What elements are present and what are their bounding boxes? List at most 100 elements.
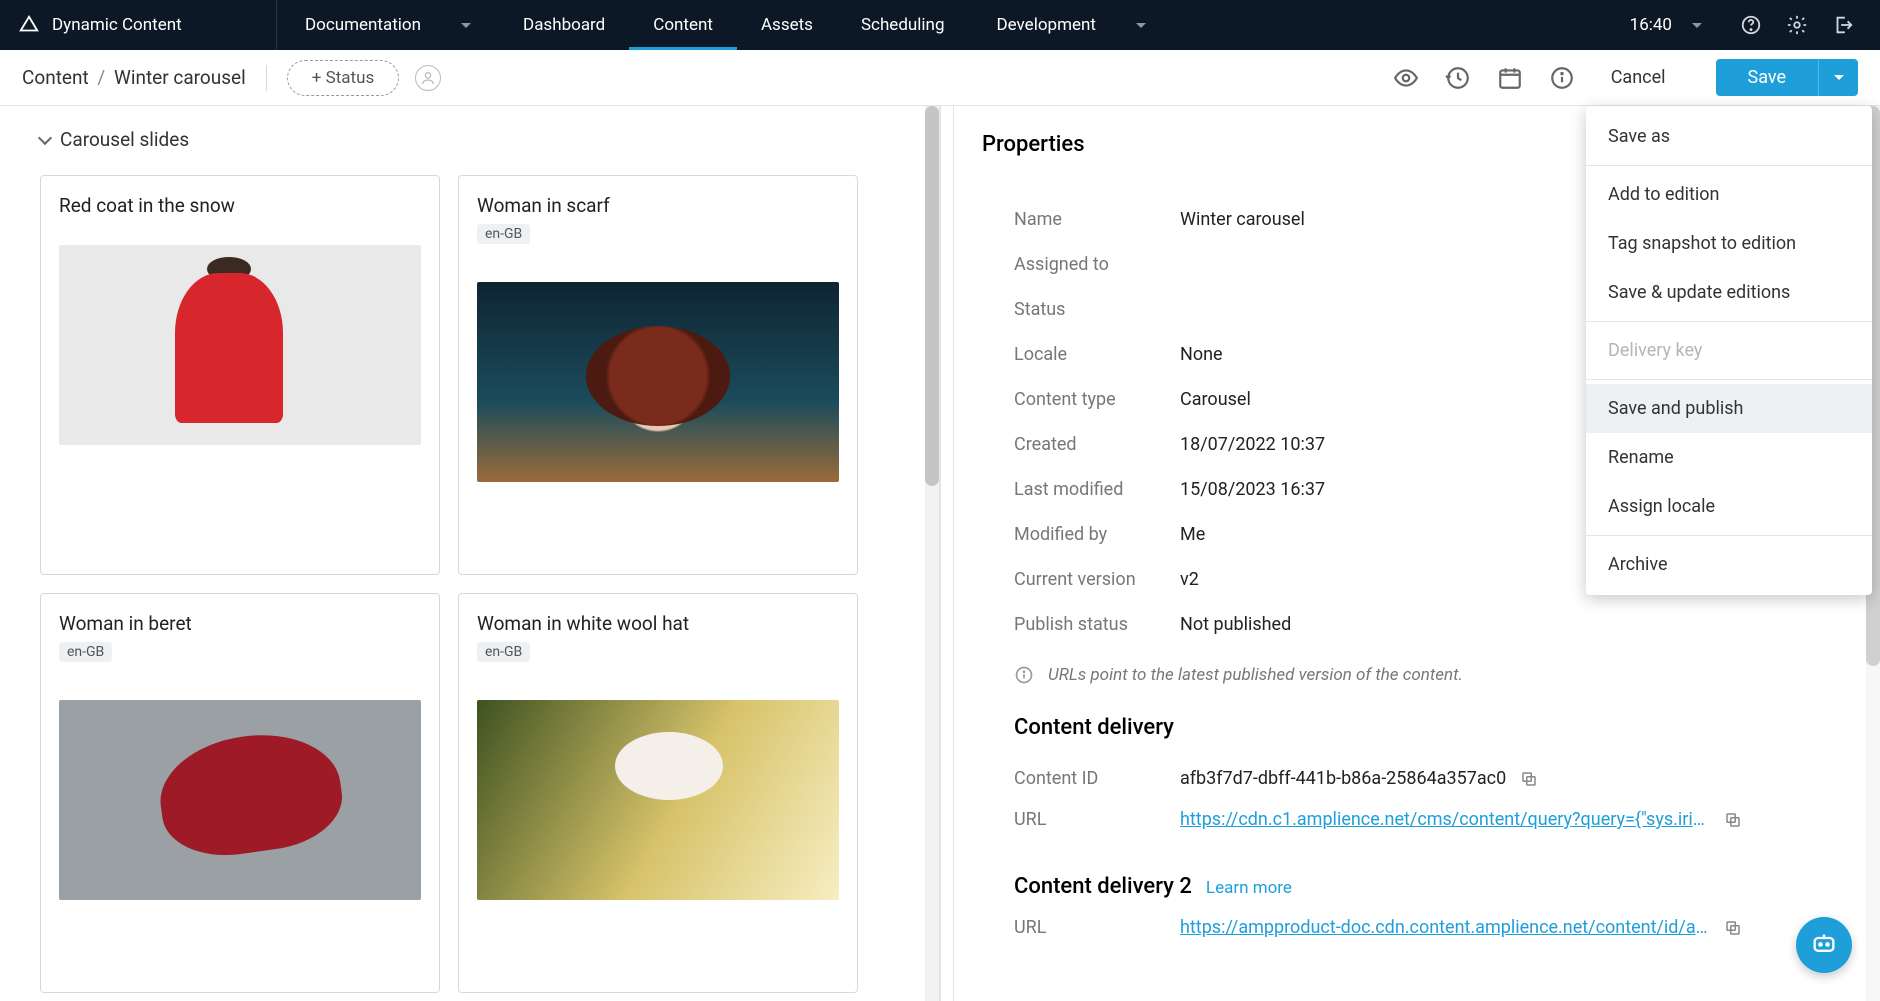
prop-value: None	[1180, 344, 1223, 365]
preview-icon[interactable]	[1393, 65, 1419, 91]
crumb-root[interactable]: Content	[22, 66, 89, 89]
toolbar: Content / Winter carousel + Status Cance…	[0, 50, 1880, 106]
nav-scheduling[interactable]: Scheduling	[837, 0, 969, 50]
delivery1-url[interactable]: https://cdn.c1.amplience.net/cms/content…	[1180, 809, 1710, 830]
menu-rename[interactable]: Rename	[1586, 433, 1872, 482]
nav-time-label: 16:40	[1630, 15, 1672, 35]
chat-fab[interactable]	[1796, 917, 1852, 973]
nav-time[interactable]: 16:40	[1618, 15, 1714, 35]
menu-separator	[1586, 535, 1872, 536]
prop-value: Winter carousel	[1180, 209, 1305, 230]
locale-chip: en-GB	[477, 642, 530, 662]
url-note-text: URLs point to the latest published versi…	[1048, 665, 1463, 685]
logout-icon[interactable]	[1832, 14, 1854, 36]
info-icon[interactable]	[1549, 65, 1575, 91]
section-carousel-slides[interactable]: Carousel slides	[40, 128, 925, 151]
menu-add-to-edition[interactable]: Add to edition	[1586, 170, 1872, 219]
nav-dashboard[interactable]: Dashboard	[499, 0, 629, 50]
nav-content[interactable]: Content	[629, 0, 737, 50]
brand-logo-icon	[18, 14, 40, 36]
card-title: Woman in scarf	[477, 194, 839, 217]
delivery1-title: Content delivery	[1014, 715, 1820, 740]
menu-assign-locale[interactable]: Assign locale	[1586, 482, 1872, 531]
menu-save-and-publish[interactable]: Save and publish	[1586, 384, 1872, 433]
nav-development-label: Development	[996, 15, 1095, 35]
chevron-down-icon	[38, 130, 52, 144]
nav-assets[interactable]: Assets	[737, 0, 837, 50]
card-title: Red coat in the snow	[59, 194, 421, 217]
delivery2-title: Content delivery 2	[1014, 874, 1192, 899]
brand-name: Dynamic Content	[52, 15, 182, 35]
prop-value: Carousel	[1180, 389, 1251, 410]
history-icon[interactable]	[1445, 65, 1471, 91]
prop-label: URL	[1014, 809, 1180, 830]
card[interactable]: Woman in white wool hat en-GB	[458, 593, 858, 993]
menu-separator	[1586, 165, 1872, 166]
prop-label: Last modified	[1014, 479, 1180, 500]
delivery2-url[interactable]: https://ampproduct-doc.cdn.content.ampli…	[1180, 917, 1710, 938]
learn-more-link[interactable]: Learn more	[1206, 878, 1292, 898]
scrollbar[interactable]	[925, 106, 939, 1001]
brand[interactable]: Dynamic Content	[0, 0, 277, 50]
menu-save-as[interactable]: Save as	[1586, 112, 1872, 161]
section-title-label: Carousel slides	[60, 128, 189, 151]
info-icon	[1014, 665, 1034, 685]
card-image	[59, 700, 421, 900]
chevron-down-icon	[1834, 75, 1844, 80]
help-icon[interactable]	[1740, 14, 1762, 36]
menu-tag-snapshot[interactable]: Tag snapshot to edition	[1586, 219, 1872, 268]
prop-label: Current version	[1014, 569, 1180, 590]
menu-delivery-key: Delivery key	[1586, 326, 1872, 375]
avatar-placeholder-icon[interactable]	[415, 65, 441, 91]
url-note: URLs point to the latest published versi…	[1014, 665, 1820, 685]
card-image	[477, 700, 839, 900]
prop-value: Not published	[1180, 614, 1291, 635]
prop-label: Locale	[1014, 344, 1180, 365]
prop-label: Name	[1014, 209, 1180, 230]
copy-icon[interactable]	[1520, 770, 1538, 788]
card-image	[59, 245, 421, 445]
prop-label: Publish status	[1014, 614, 1180, 635]
prop-value: v2	[1180, 569, 1199, 590]
menu-save-update-editions[interactable]: Save & update editions	[1586, 268, 1872, 317]
calendar-icon[interactable]	[1497, 65, 1523, 91]
card[interactable]: Woman in scarf en-GB	[458, 175, 858, 575]
cancel-button[interactable]: Cancel	[1591, 59, 1686, 96]
cards-grid: Red coat in the snow Woman in scarf en-G…	[40, 175, 925, 993]
prop-label: Assigned to	[1014, 254, 1180, 275]
save-dropdown-button[interactable]	[1818, 59, 1858, 96]
prop-label: Content ID	[1014, 768, 1180, 789]
prop-label: Status	[1014, 299, 1180, 320]
settings-icon[interactable]	[1786, 14, 1808, 36]
locale-chip: en-GB	[59, 642, 112, 662]
copy-icon[interactable]	[1724, 811, 1742, 829]
content-id: afb3f7d7-dbff-441b-b86a-25864a357ac0	[1180, 768, 1506, 789]
divider	[266, 65, 267, 91]
nav-documentation-label: Documentation	[305, 15, 421, 35]
save-group: Save	[1716, 59, 1859, 96]
add-status-button[interactable]: + Status	[287, 60, 399, 96]
chevron-down-icon	[1136, 23, 1146, 28]
card-title: Woman in white wool hat	[477, 612, 839, 635]
prop-label: Modified by	[1014, 524, 1180, 545]
copy-icon[interactable]	[1724, 919, 1742, 937]
card[interactable]: Red coat in the snow	[40, 175, 440, 575]
menu-separator	[1586, 379, 1872, 380]
prop-label: Created	[1014, 434, 1180, 455]
prop-value: Me	[1180, 524, 1205, 545]
crumb-item: Winter carousel	[114, 66, 246, 89]
card[interactable]: Woman in beret en-GB	[40, 593, 440, 993]
card-image	[477, 282, 839, 482]
breadcrumb: Content / Winter carousel	[22, 66, 246, 89]
chevron-down-icon	[1692, 23, 1702, 28]
nav-development[interactable]: Development	[968, 0, 1173, 50]
card-title: Woman in beret	[59, 612, 421, 635]
save-button[interactable]: Save	[1716, 59, 1819, 96]
prop-label: URL	[1014, 917, 1180, 938]
nav-documentation[interactable]: Documentation	[277, 0, 499, 50]
chevron-down-icon	[461, 23, 471, 28]
pane-divider[interactable]	[940, 106, 954, 1001]
locale-chip: en-GB	[477, 224, 530, 244]
crumb-sep: /	[97, 66, 105, 89]
menu-archive[interactable]: Archive	[1586, 540, 1872, 589]
